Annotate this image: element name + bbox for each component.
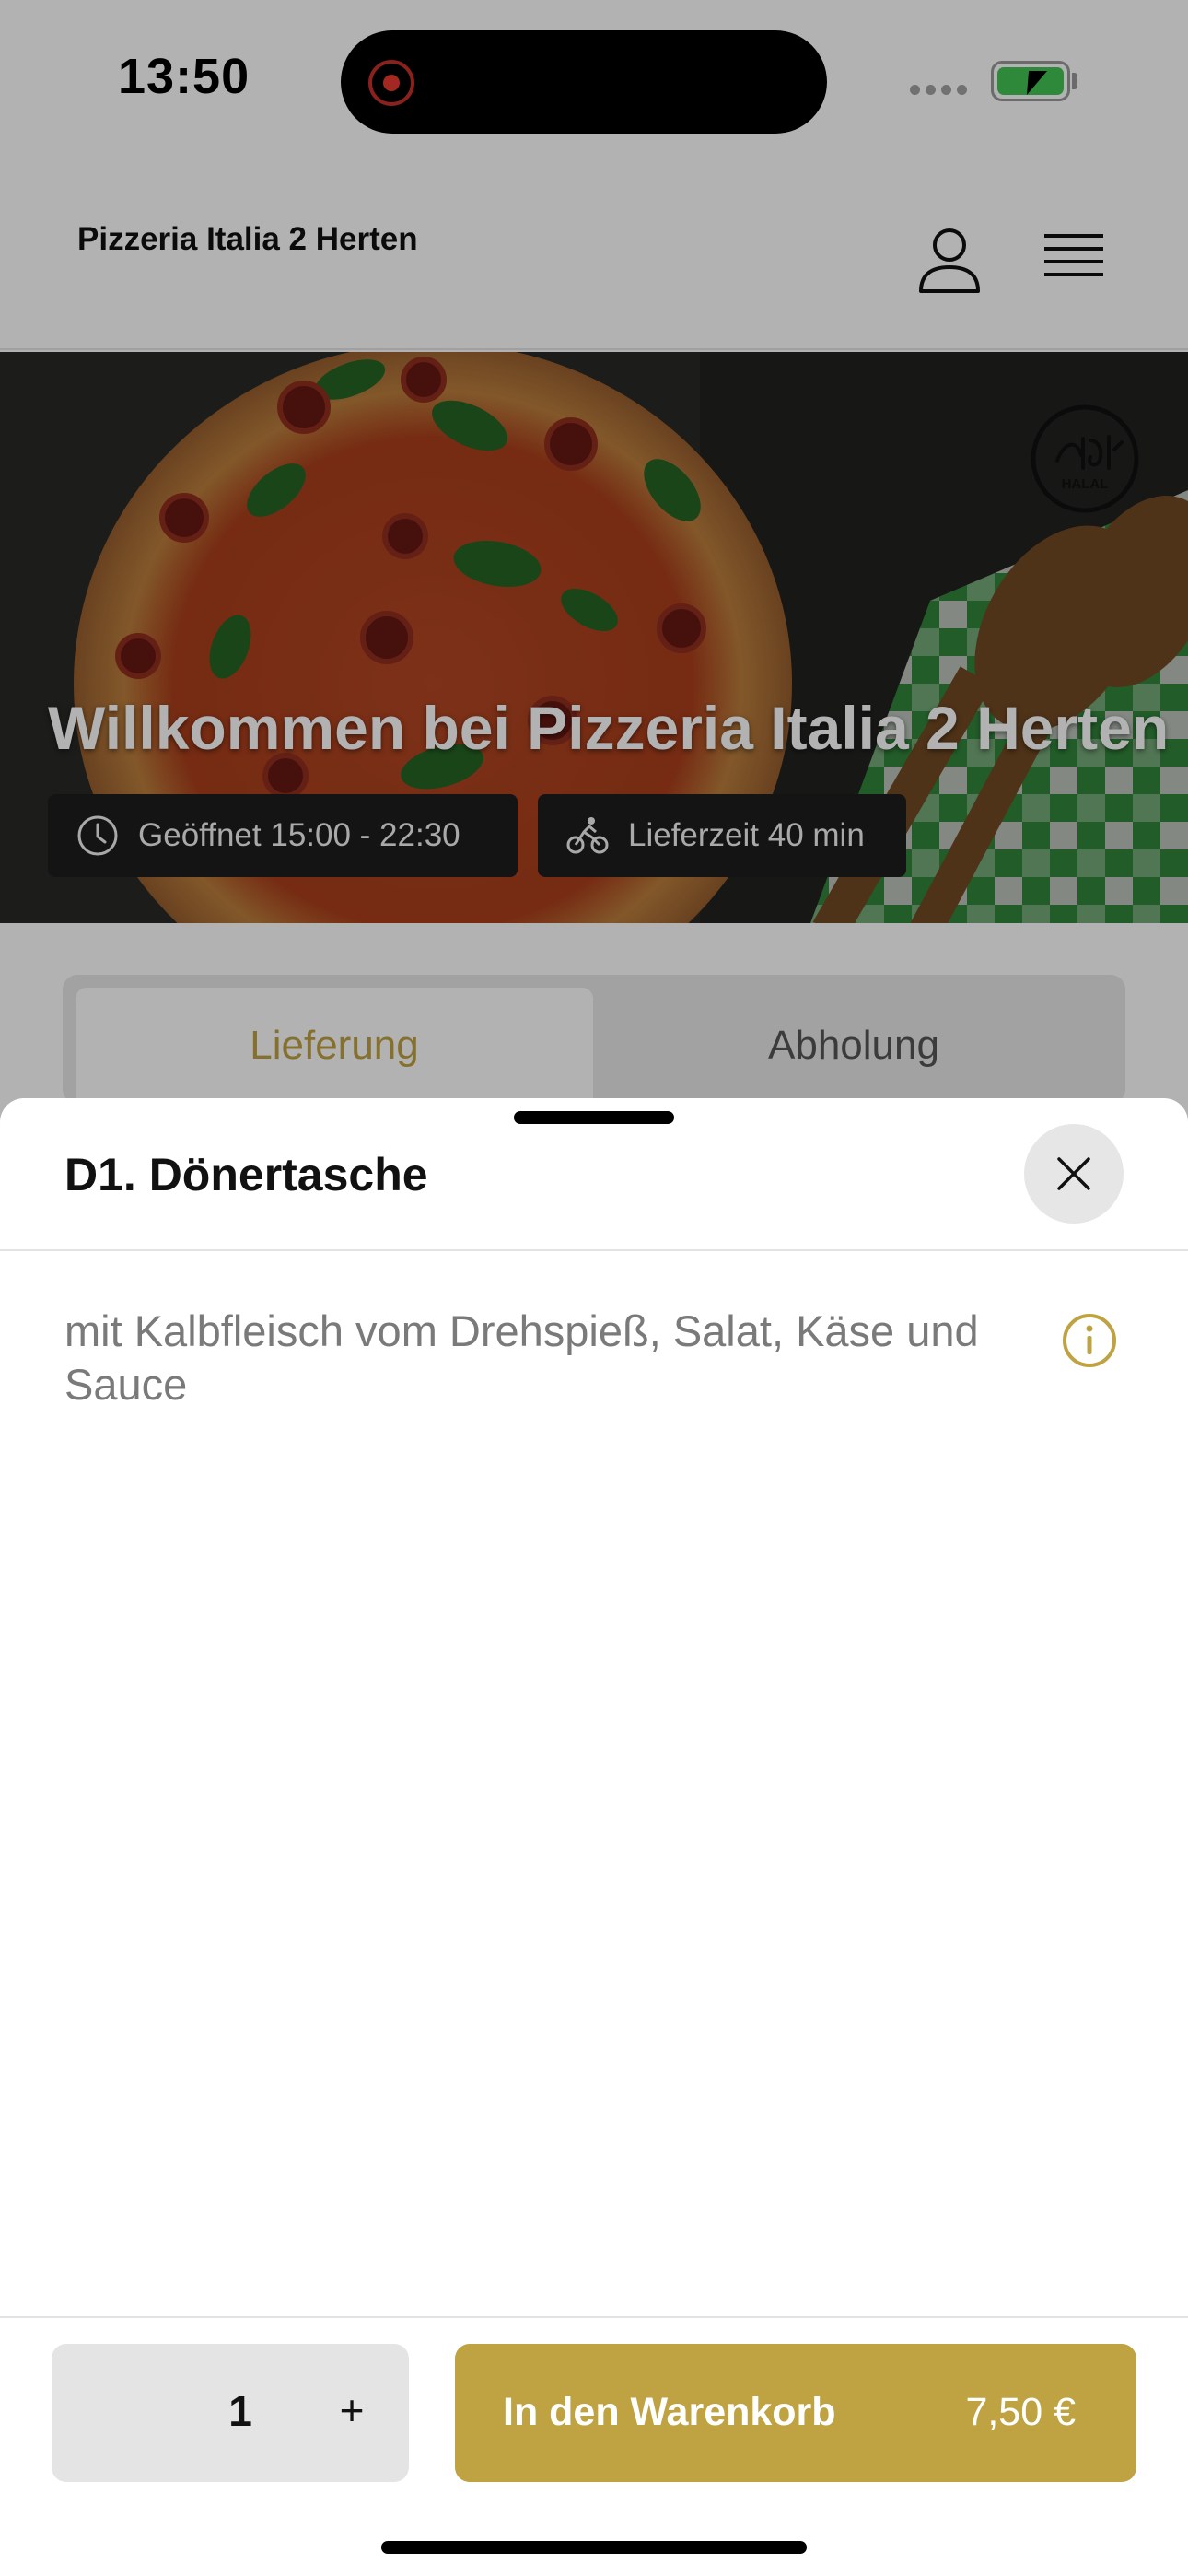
info-icon[interactable] (1061, 1312, 1118, 1369)
product-title: D1. Dönertasche (64, 1149, 428, 1200)
quantity-value: 1 (228, 2387, 252, 2435)
home-indicator (381, 2541, 807, 2554)
product-description: mit Kalbfleisch vom Drehspieß, Salat, Kä… (64, 1306, 979, 1409)
sheet-grabber[interactable] (514, 1111, 674, 1124)
quantity-plus-button[interactable]: + (324, 2383, 379, 2438)
quantity-stepper: 1 + (52, 2344, 409, 2482)
footer-divider (0, 2316, 1188, 2318)
product-sheet: D1. Dönertasche mit Kalbfleisch vom Dreh… (0, 1098, 1188, 2576)
product-price: 7,50 € (965, 2390, 1076, 2434)
add-to-cart-label: In den Warenkorb (503, 2390, 836, 2434)
add-to-cart-button[interactable]: In den Warenkorb 7,50 € (455, 2344, 1136, 2482)
close-icon (1057, 1157, 1090, 1190)
close-button[interactable] (1024, 1124, 1124, 1224)
app-root: 13:50 Pizzeria Italia 2 Herten HALAL Wil… (0, 0, 1188, 2576)
sheet-divider (0, 1249, 1188, 1251)
